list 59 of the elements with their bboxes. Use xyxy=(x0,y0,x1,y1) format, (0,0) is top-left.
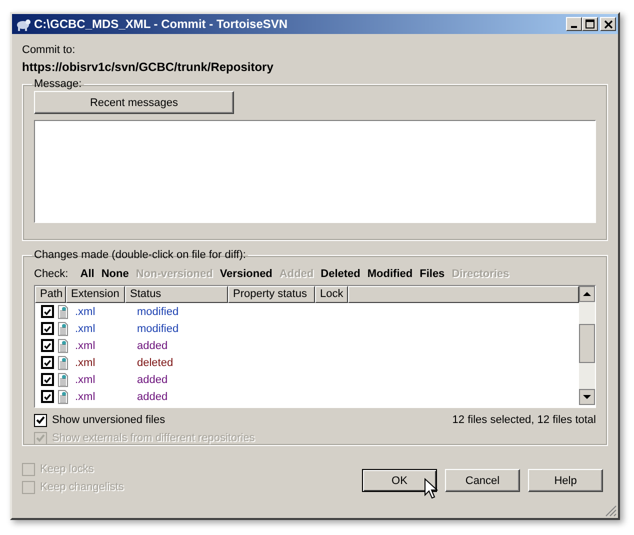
maximize-icon xyxy=(585,19,595,29)
file-extension: .xml xyxy=(75,340,96,352)
file-extension: .xml xyxy=(75,390,96,402)
column-header[interactable]: Status xyxy=(125,286,228,303)
file-status: modified xyxy=(136,306,179,318)
file-status: added xyxy=(136,340,168,352)
minimize-button[interactable] xyxy=(566,17,582,31)
checkmark-icon xyxy=(35,415,46,425)
help-button[interactable]: Help xyxy=(528,469,603,492)
filter-link[interactable]: Versioned xyxy=(220,268,272,280)
file-icon xyxy=(58,322,68,336)
minimize-icon xyxy=(571,26,577,28)
close-icon xyxy=(604,20,612,28)
file-icon xyxy=(58,390,68,404)
cursor-icon xyxy=(424,478,438,499)
checkbox[interactable] xyxy=(41,373,54,386)
file-extension: .xml xyxy=(75,356,96,368)
file-icon xyxy=(58,338,68,352)
checkbox-label: Show unversioned files xyxy=(52,414,166,426)
filter-link[interactable]: Files xyxy=(420,268,445,280)
column-header[interactable]: Lock xyxy=(315,286,348,303)
cancel-button[interactable]: Cancel xyxy=(445,469,520,492)
checkmark-icon xyxy=(35,433,46,443)
resize-grip-icon xyxy=(605,505,617,517)
file-extension: .xml xyxy=(75,374,96,386)
group-label: Changes made (double-click on file for diff): xyxy=(33,249,247,261)
checkbox[interactable] xyxy=(41,322,54,335)
window-title: C:\GCBC_MDS_XML - Commit - TortoiseSVN xyxy=(34,17,289,31)
file-status: modified xyxy=(136,322,179,334)
ok-button[interactable]: OK xyxy=(362,469,437,492)
column-header[interactable]: Property status xyxy=(228,286,315,303)
file-status: added xyxy=(136,374,168,386)
checkbox[interactable] xyxy=(41,356,54,369)
column-header[interactable]: Path xyxy=(35,286,66,303)
close-button[interactable] xyxy=(600,17,616,31)
file-icon xyxy=(58,356,68,370)
check-label: Check: xyxy=(34,268,68,280)
filter-link[interactable]: Deleted xyxy=(320,268,360,280)
file-status: deleted xyxy=(136,356,174,368)
checkbox[interactable] xyxy=(41,390,54,403)
filter-link[interactable]: Modified xyxy=(367,268,413,280)
file-status: added xyxy=(136,390,168,402)
file-extension: .xml xyxy=(75,306,96,318)
message-field[interactable] xyxy=(34,120,596,223)
column-header[interactable]: Extension xyxy=(66,286,125,303)
commit-to-label: Commit to: xyxy=(22,43,76,58)
file-icon xyxy=(58,372,68,386)
checkbox[interactable] xyxy=(41,305,54,318)
group-label: Message: xyxy=(33,78,83,90)
checkbox[interactable] xyxy=(41,339,54,352)
repository-url: https://obisrv1c/svn/GCBC/trunk/Repository xyxy=(22,59,274,76)
file-extension: .xml xyxy=(75,322,96,334)
filter-link[interactable]: All xyxy=(80,268,94,280)
recent-messages-button[interactable]: Recent messages xyxy=(34,91,234,114)
maximize-button[interactable] xyxy=(582,17,598,31)
filter-link[interactable]: None xyxy=(101,268,129,280)
selection-summary: 12 files selected, 12 files total xyxy=(452,413,596,428)
checkbox[interactable] xyxy=(34,414,47,426)
file-icon xyxy=(58,304,68,318)
